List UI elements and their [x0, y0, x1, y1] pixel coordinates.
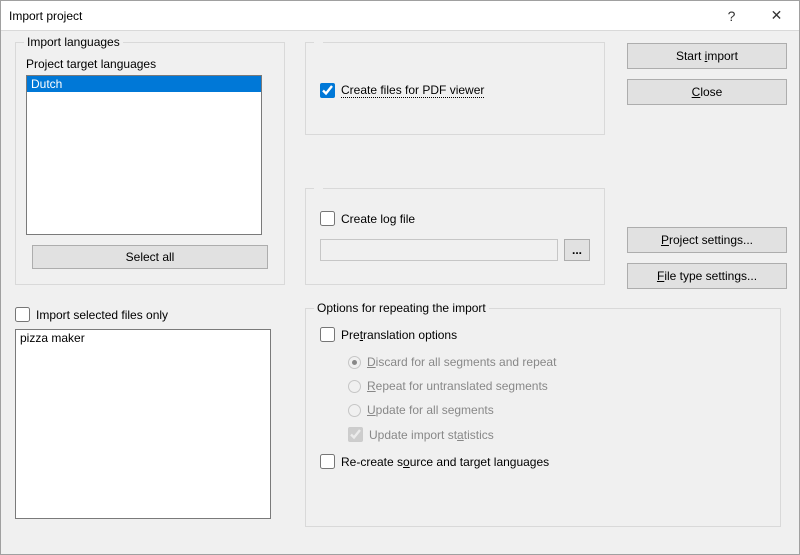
import-selected-only-checkbox[interactable]: Import selected files only	[15, 307, 285, 322]
close-button[interactable]: Close	[627, 79, 787, 105]
create-pdf-checkbox[interactable]: Create files for PDF viewer	[320, 83, 484, 98]
repeat-options-group: Options for repeating the import Pretran…	[305, 301, 781, 527]
close-icon: ✕	[771, 7, 783, 24]
repeat-untranslated-label: Repeat for untranslated segments	[367, 379, 548, 393]
log-group: . Create log file ...	[305, 181, 605, 285]
titlebar: Import project ? ✕	[1, 1, 799, 31]
radio-icon	[348, 404, 361, 417]
select-all-button[interactable]: Select all	[32, 245, 268, 269]
recreate-langs-checkbox[interactable]: Re-create source and target languages	[320, 454, 549, 469]
file-type-settings-button[interactable]: File type settings...	[627, 263, 787, 289]
start-import-button[interactable]: Start import	[627, 43, 787, 69]
update-stats-label: Update import statistics	[369, 428, 494, 442]
project-settings-button[interactable]: Project settings...	[627, 227, 787, 253]
repeat-untranslated-radio: Repeat for untranslated segments	[348, 379, 772, 393]
repeat-options-legend: Options for repeating the import	[314, 301, 489, 315]
log-path-input	[320, 239, 558, 261]
window-title: Import project	[1, 9, 709, 23]
create-pdf-input[interactable]	[320, 83, 335, 98]
create-log-label: Create log file	[341, 212, 415, 226]
target-languages-listbox[interactable]: Dutch	[26, 75, 262, 235]
import-project-dialog: Import project ? ✕ Import languages Proj…	[0, 0, 800, 555]
pdf-group: . Create files for PDF viewer	[305, 35, 605, 135]
import-languages-legend: Import languages	[24, 35, 123, 49]
target-languages-label: Project target languages	[26, 57, 276, 71]
list-item[interactable]: pizza maker	[16, 330, 270, 346]
create-log-input[interactable]	[320, 211, 335, 226]
pretranslation-label: Pretranslation options	[341, 328, 457, 342]
import-selected-only-input[interactable]	[15, 307, 30, 322]
discard-label: Discard for all segments and repeat	[367, 355, 556, 369]
radio-icon	[348, 380, 361, 393]
list-item[interactable]: Dutch	[27, 76, 261, 92]
update-all-label: Update for all segments	[367, 403, 494, 417]
browse-log-button[interactable]: ...	[564, 239, 590, 261]
radio-icon	[348, 356, 361, 369]
help-button[interactable]: ?	[709, 1, 754, 31]
import-selected-only-label: Import selected files only	[36, 308, 168, 322]
client-area: Import languages Project target language…	[1, 31, 799, 554]
create-pdf-label: Create files for PDF viewer	[341, 83, 484, 98]
recreate-langs-input[interactable]	[320, 454, 335, 469]
discard-radio: Discard for all segments and repeat	[348, 355, 772, 369]
create-log-checkbox[interactable]: Create log file	[320, 211, 415, 226]
help-icon: ?	[728, 8, 736, 24]
pretranslation-input[interactable]	[320, 327, 335, 342]
import-languages-group: Import languages Project target language…	[15, 35, 285, 285]
update-stats-checkbox: Update import statistics	[348, 427, 772, 442]
close-window-button[interactable]: ✕	[754, 1, 799, 31]
recreate-langs-label: Re-create source and target languages	[341, 455, 549, 469]
update-stats-input	[348, 427, 363, 442]
pretranslation-checkbox[interactable]: Pretranslation options	[320, 327, 457, 342]
update-all-radio: Update for all segments	[348, 403, 772, 417]
files-listbox[interactable]: pizza maker	[15, 329, 271, 519]
